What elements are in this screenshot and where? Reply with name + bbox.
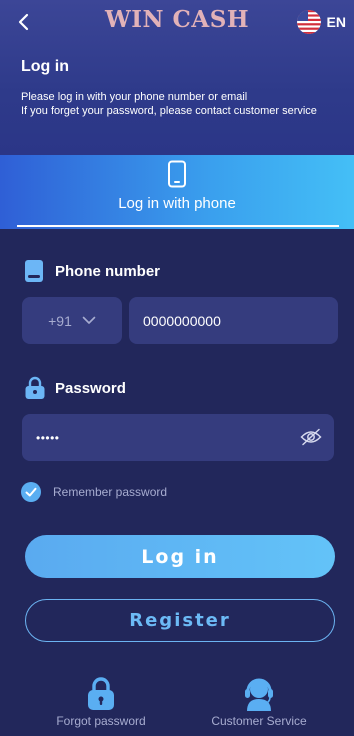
header: WIN CASH EN Log in Please log in with yo…	[0, 0, 354, 155]
phone-label: Phone number	[55, 262, 161, 280]
customer-service-link[interactable]: Customer Service	[199, 673, 319, 733]
language-code: EN	[326, 14, 346, 30]
chevron-down-icon	[82, 316, 96, 324]
login-button[interactable]: Log in	[25, 535, 335, 578]
page-title: Log in	[21, 58, 69, 75]
forgot-password-label: Forgot password	[56, 714, 146, 728]
remember-label: Remember password	[53, 485, 168, 499]
instruction-line-2: If you forget your password, please cont…	[21, 105, 317, 117]
us-flag-icon	[296, 10, 321, 34]
language-selector[interactable]: EN	[296, 10, 346, 34]
country-code: +91	[48, 312, 72, 329]
checkmark-icon	[21, 482, 41, 502]
password-label: Password	[55, 379, 126, 397]
headset-icon	[245, 678, 273, 711]
top-bar: WIN CASH EN	[0, 0, 354, 44]
lock-icon	[88, 677, 114, 710]
instruction-line-1: Please log in with your phone number or …	[21, 91, 248, 103]
login-tabs: Log in with phone	[0, 155, 354, 229]
remember-password-checkbox[interactable]: Remember password	[21, 482, 167, 502]
country-code-select[interactable]: +91	[22, 297, 122, 344]
phone-icon	[168, 160, 186, 188]
tab-phone-login[interactable]: Log in with phone	[0, 155, 354, 229]
phone-section-label: Phone number	[24, 260, 160, 282]
password-section-label: Password	[24, 376, 126, 400]
lock-icon	[25, 376, 45, 399]
forgot-password-link[interactable]: Forgot password	[41, 673, 161, 733]
tab-label: Log in with phone	[118, 195, 236, 212]
phone-label-icon	[25, 260, 43, 282]
eye-off-icon[interactable]	[300, 428, 322, 446]
login-instructions: Please log in with your phone number or …	[21, 90, 317, 118]
password-input[interactable]: •••••	[22, 414, 334, 461]
phone-number-value: 0000000000	[143, 312, 221, 329]
customer-service-label: Customer Service	[211, 714, 307, 728]
password-value: •••••	[36, 430, 60, 445]
active-tab-indicator	[17, 225, 339, 227]
register-button[interactable]: Register	[25, 599, 335, 642]
phone-number-input[interactable]: 0000000000	[129, 297, 338, 344]
